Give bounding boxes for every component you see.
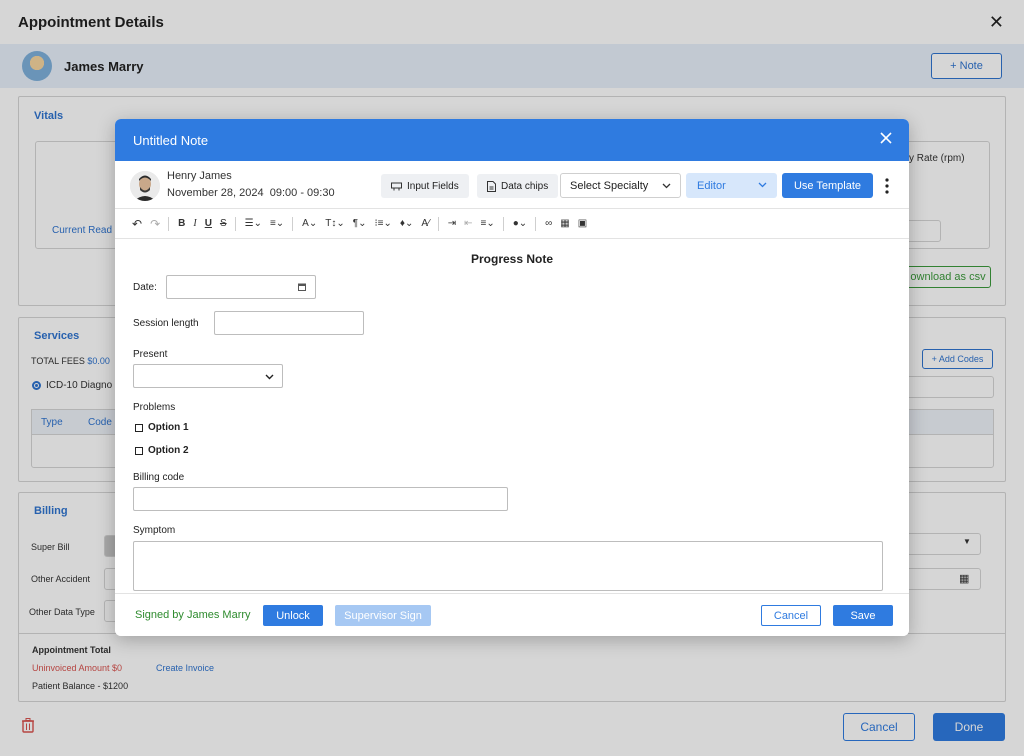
- link-icon[interactable]: ∞: [545, 216, 552, 232]
- option-2-label: Option 2: [148, 445, 189, 456]
- note-toolbar: Henry James November 28, 2024 09:00 - 09…: [115, 161, 909, 209]
- image-icon[interactable]: ▣: [578, 216, 587, 232]
- microphone-icon[interactable]: ♦⌄: [400, 216, 413, 232]
- signed-by-status: Signed by James Marry: [135, 609, 251, 621]
- present-label: Present: [133, 349, 168, 360]
- underline-icon[interactable]: U: [205, 216, 212, 232]
- modal-cancel-button[interactable]: Cancel: [761, 605, 821, 626]
- input-fields-icon: [391, 182, 402, 191]
- font-color-icon[interactable]: A⌄: [302, 216, 317, 232]
- specialty-select-value: Select Specialty: [570, 179, 649, 192]
- toolbar-divider: [437, 216, 439, 231]
- undo-icon[interactable]: ↶: [132, 216, 142, 232]
- appointment-date: November 28, 2024: [167, 187, 264, 199]
- data-chips-label: Data chips: [501, 180, 549, 192]
- input-fields-button[interactable]: Input Fields: [381, 174, 469, 198]
- billing-code-input[interactable]: [133, 487, 508, 511]
- more-options-icon[interactable]: [885, 177, 889, 195]
- option-1-label: Option 1: [148, 422, 189, 433]
- strikethrough-icon[interactable]: S: [220, 216, 227, 232]
- note-modal: Untitled Note Henry James November 28, 2…: [115, 119, 909, 636]
- problems-label: Problems: [133, 402, 176, 413]
- indent-icon[interactable]: ⇥: [448, 216, 456, 232]
- chevron-down-icon: [758, 182, 767, 188]
- symptom-textarea[interactable]: [133, 541, 883, 591]
- symptom-label: Symptom: [133, 525, 176, 536]
- align-icon[interactable]: ≡⌄: [270, 216, 284, 232]
- form-title: Progress Note: [470, 252, 554, 266]
- modal-title: Untitled Note: [133, 132, 209, 148]
- chevron-down-icon: [662, 183, 671, 189]
- formatting-toolbar: ↶ ↷ B I U S ☰⌄ ≡⌄ A⌄ T↕⌄ ¶⌄ ⁝≡⌄ ♦⌄ A∕ ⇥ …: [115, 209, 909, 239]
- bold-icon[interactable]: B: [178, 216, 185, 232]
- use-template-button[interactable]: Use Template: [782, 173, 873, 198]
- billing-code-label: Billing code: [133, 472, 185, 483]
- option-1-checkbox[interactable]: [135, 424, 143, 432]
- editor-mode-select[interactable]: Editor: [686, 173, 777, 198]
- toolbar-divider: [234, 216, 236, 231]
- toolbar-divider: [168, 216, 170, 231]
- save-button[interactable]: Save: [833, 605, 893, 626]
- session-length-label: Session length: [133, 318, 199, 329]
- document-icon: [487, 180, 496, 192]
- date-label: Date:: [133, 282, 157, 293]
- highlight-icon[interactable]: ●⌄: [513, 216, 527, 232]
- chevron-down-icon: [265, 374, 274, 380]
- supervisor-sign-button[interactable]: Supervisor Sign: [335, 605, 431, 626]
- input-fields-label: Input Fields: [407, 180, 459, 192]
- data-chips-button[interactable]: Data chips: [477, 174, 559, 198]
- specialty-select[interactable]: Select Specialty: [560, 173, 681, 198]
- toolbar-divider: [292, 216, 294, 231]
- text-align-icon[interactable]: ≡⌄: [481, 216, 495, 232]
- toolbar-divider: [535, 216, 537, 231]
- modal-header: Untitled Note: [115, 119, 909, 161]
- spellcheck-icon[interactable]: A∕: [421, 216, 429, 232]
- present-select[interactable]: [133, 364, 283, 388]
- note-form: Progress Note Date: Session length Prese…: [115, 239, 909, 591]
- editor-mode-value: Editor: [697, 179, 726, 192]
- outdent-icon[interactable]: ⇤: [464, 216, 472, 232]
- modal-footer: Signed by James Marry Unlock Supervisor …: [115, 593, 909, 636]
- font-size-icon[interactable]: T↕⌄: [325, 216, 345, 232]
- option-2-checkbox[interactable]: [135, 447, 143, 455]
- bullet-list-icon[interactable]: ☰⌄: [245, 216, 262, 232]
- appointment-time: 09:00 - 09:30: [269, 187, 335, 199]
- paragraph-icon[interactable]: ¶⌄: [353, 216, 367, 232]
- italic-icon[interactable]: I: [193, 216, 196, 232]
- provider-name: Henry James: [167, 170, 232, 182]
- appointment-datetime: November 28, 2024 09:00 - 09:30: [167, 187, 335, 199]
- redo-icon[interactable]: ↷: [150, 216, 160, 232]
- table-icon[interactable]: ▦: [560, 216, 569, 232]
- provider-avatar: [130, 171, 160, 201]
- session-length-input[interactable]: [214, 311, 364, 335]
- calendar-icon: [298, 283, 306, 291]
- line-height-icon[interactable]: ⁝≡⌄: [374, 216, 391, 232]
- date-input[interactable]: [166, 275, 316, 299]
- toolbar-divider: [502, 216, 504, 231]
- unlock-button[interactable]: Unlock: [263, 605, 323, 626]
- close-icon[interactable]: [879, 131, 893, 145]
